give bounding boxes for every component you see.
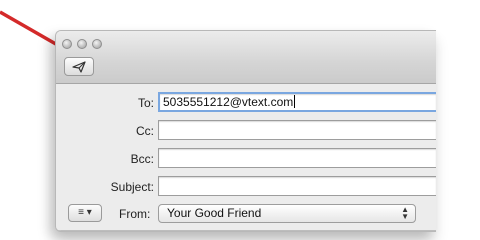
divider <box>56 230 436 231</box>
bcc-row: Bcc: <box>56 148 436 170</box>
list-icon: ≡ <box>78 207 85 218</box>
cc-field[interactable] <box>158 120 436 140</box>
bcc-label: Bcc: <box>130 152 154 166</box>
paper-plane-icon <box>72 60 86 73</box>
close-window-button[interactable] <box>62 39 72 49</box>
message-header: To: 5035551212@vtext.com Cc: Bcc: Subjec… <box>56 84 436 231</box>
text-caret <box>294 95 296 108</box>
updown-arrows-icon: ▲ ▼ <box>401 205 409 221</box>
from-select[interactable]: Your Good Friend ▲ ▼ <box>158 204 416 223</box>
subject-row: Subject: <box>56 176 436 198</box>
send-button[interactable] <box>64 57 94 76</box>
from-row: ≡ ▾ From: Your Good Friend ▲ ▼ <box>56 204 436 226</box>
zoom-window-button[interactable] <box>92 39 102 49</box>
to-row: To: 5035551212@vtext.com <box>56 92 436 114</box>
cc-row: Cc: <box>56 120 436 142</box>
cc-label: Cc: <box>136 124 154 138</box>
chevron-down-icon: ▾ <box>86 207 92 218</box>
from-label: From: <box>119 207 151 221</box>
subject-label: Subject: <box>110 180 154 194</box>
subject-field[interactable] <box>158 176 436 196</box>
format-popup-button[interactable]: ≡ ▾ <box>68 204 102 222</box>
to-label: To: <box>137 96 154 110</box>
minimize-window-button[interactable] <box>77 39 87 49</box>
to-value: 5035551212@vtext.com <box>163 95 294 109</box>
to-field[interactable]: 5035551212@vtext.com <box>158 92 436 112</box>
title-bar <box>56 31 436 84</box>
from-value: Your Good Friend <box>167 206 262 220</box>
bcc-field[interactable] <box>158 148 436 168</box>
compose-window: To: 5035551212@vtext.com Cc: Bcc: Subjec… <box>55 30 436 232</box>
